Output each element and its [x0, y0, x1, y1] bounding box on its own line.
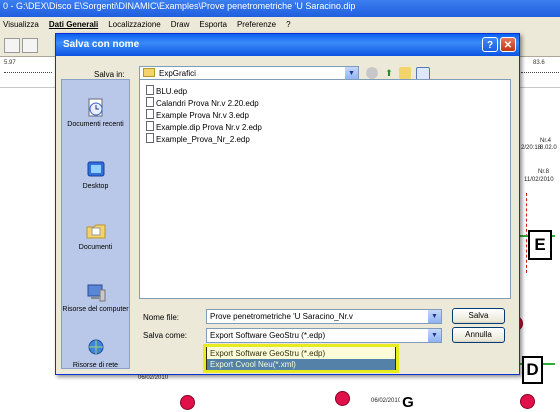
map-label: Nr.4	[540, 138, 552, 144]
section-label-d: D	[522, 356, 543, 384]
place-documents[interactable]: Documenti	[62, 220, 129, 252]
back-icon[interactable]	[366, 67, 378, 79]
section-label-g: G	[400, 394, 416, 411]
map-point-marker[interactable]	[520, 394, 535, 409]
file-icon	[146, 97, 154, 107]
map-point-marker[interactable]	[335, 391, 350, 406]
menu-help[interactable]: ?	[286, 17, 290, 33]
ruler-ticks-left	[4, 72, 52, 74]
file-name: Example_Prova_Nr_2.edp	[156, 135, 250, 144]
save-button[interactable]: Salva	[452, 308, 505, 324]
desktop-icon	[87, 161, 104, 177]
menu-visualizza[interactable]: Visualizza	[3, 17, 39, 33]
place-desktop[interactable]: Desktop	[62, 159, 129, 191]
savetype-option[interactable]: Export Software GeoStru (*.edp)	[207, 348, 395, 359]
place-network[interactable]: Risorse di rete	[62, 338, 129, 370]
savetype-dropdown[interactable]: Export Software GeoStru (*.edp) ▼	[206, 328, 442, 343]
save-as-dialog: Salva con nome ? ✕ Salva in: ExpGrafici …	[55, 33, 520, 375]
file-name: Calandri Prova Nr.v 2.20.edp	[156, 99, 259, 108]
place-recent-documents[interactable]: Documenti recenti	[62, 97, 129, 129]
file-icon	[146, 121, 154, 131]
map-label: 8.02.0	[540, 145, 557, 151]
menu-preferenze[interactable]: Preferenze	[237, 17, 276, 33]
place-label: Risorse del computer	[62, 306, 129, 313]
places-bar: Documenti recenti Desktop Documenti Riso…	[61, 79, 130, 369]
savetype-value: Export Software GeoStru (*.edp)	[210, 331, 326, 340]
map-label: 11/02/2010	[524, 177, 554, 183]
file-icon	[146, 85, 154, 95]
app-title-bar: 0 - G:\DEX\Disco E\Sorgenti\DINAMIC\Exam…	[0, 0, 560, 17]
filename-value: Prove penetrometriche 'U Saracino_Nr.v	[210, 312, 353, 321]
recent-documents-icon	[88, 98, 102, 117]
map-point-marker[interactable]	[180, 395, 195, 410]
documents-folder-icon	[86, 224, 105, 239]
place-label: Documenti	[78, 244, 113, 251]
file-item[interactable]: Example.dip Prova Nr.v 2.edp	[146, 121, 262, 133]
file-icon	[146, 109, 154, 119]
menu-dati-generali[interactable]: Dati Generali	[49, 17, 98, 33]
app-menu-bar: Visualizza Dati Generali Localizzazione …	[0, 17, 560, 33]
place-my-computer[interactable]: Risorse del computer	[62, 282, 129, 314]
place-label: Risorse di rete	[72, 362, 119, 369]
savetype-option-selected[interactable]: Export Cvool Neu(*.xml)	[207, 359, 395, 370]
map-label: 06/02/2010	[138, 375, 169, 381]
section-label-e: E	[528, 230, 552, 260]
file-item[interactable]: Calandri Prova Nr.v 2.20.edp	[146, 97, 259, 109]
map-label: 2/20:18	[521, 145, 542, 151]
ruler-left-value: 5.97	[4, 60, 16, 66]
toolbar-button-icon[interactable]	[22, 38, 38, 53]
file-name: Example Prova Nr.v 3.edp	[156, 111, 249, 120]
ruler-ticks-right	[521, 72, 559, 74]
computer-icon	[87, 284, 105, 302]
file-icon	[146, 133, 154, 143]
menu-localizzazione[interactable]: Localizzazione	[108, 17, 160, 33]
map-label: 06/02/2010	[371, 398, 402, 404]
file-item[interactable]: Example Prova Nr.v 3.edp	[146, 109, 249, 121]
place-label: Documenti recenti	[67, 121, 124, 128]
cancel-button[interactable]: Annulla	[452, 327, 505, 343]
help-button[interactable]: ?	[482, 37, 498, 52]
file-list[interactable]: BLU.edp Calandri Prova Nr.v 2.20.edp Exa…	[139, 79, 511, 299]
savetype-label: Salva come:	[143, 331, 188, 340]
new-folder-icon[interactable]	[399, 67, 411, 79]
toolbar-button-icon[interactable]	[4, 38, 20, 53]
dialog-title: Salva con nome	[63, 39, 140, 50]
savetype-options-list[interactable]: Export Software GeoStru (*.edp) Export C…	[206, 346, 396, 371]
file-item[interactable]: BLU.edp	[146, 85, 187, 97]
save-in-value: ExpGrafici	[159, 69, 196, 78]
ruler-right-value: 83.6	[533, 60, 545, 66]
filename-label: Nome file:	[143, 313, 180, 322]
chevron-down-icon[interactable]: ▼	[427, 329, 441, 342]
network-icon	[88, 339, 103, 355]
map-label: Nr.8	[538, 169, 550, 175]
filename-input[interactable]: Prove penetrometriche 'U Saracino_Nr.v ▼	[206, 309, 442, 324]
file-item[interactable]: Example_Prova_Nr_2.edp	[146, 133, 250, 145]
dialog-title-bar[interactable]: Salva con nome ? ✕	[56, 34, 519, 56]
close-button[interactable]: ✕	[500, 37, 516, 52]
menu-esporta[interactable]: Esporta	[199, 17, 227, 33]
file-name: BLU.edp	[156, 87, 188, 96]
folder-icon	[143, 68, 155, 77]
file-name: Example.dip Prova Nr.v 2.edp	[156, 123, 262, 132]
place-label: Desktop	[82, 183, 109, 190]
up-folder-icon[interactable]: ⬆	[383, 67, 395, 79]
menu-draw[interactable]: Draw	[171, 17, 190, 33]
app-title: 0 - G:\DEX\Disco E\Sorgenti\DINAMIC\Exam…	[3, 1, 356, 11]
save-in-label: Salva in:	[94, 70, 125, 79]
chevron-down-icon[interactable]: ▼	[427, 310, 441, 323]
